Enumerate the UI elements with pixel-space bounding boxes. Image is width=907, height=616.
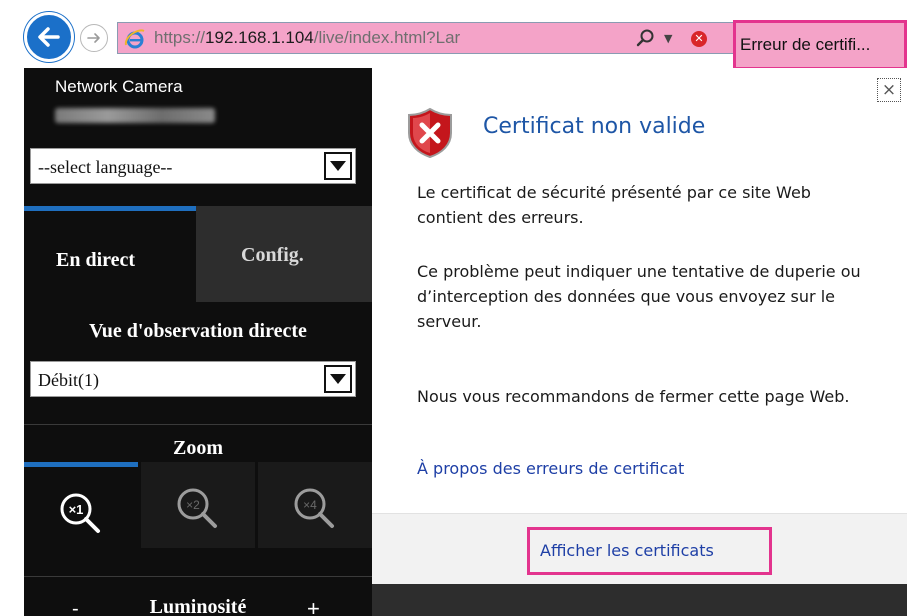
svg-text:×2: ×2 [186, 498, 200, 512]
back-button[interactable] [24, 12, 74, 62]
tab-live[interactable]: En direct [24, 206, 196, 302]
camera-title: Network Camera [55, 77, 183, 96]
popup-paragraph: Ce problème peut indiquer une tentative … [417, 262, 861, 331]
arrow-left-icon [38, 27, 60, 47]
certificate-popup: × Certificat non valide Le certificat de… [372, 68, 907, 584]
browser-toolbar: https://192.168.1.104/live/index.html?La… [0, 0, 907, 70]
cert-error-button[interactable]: Erreur de certifi... [733, 20, 907, 70]
zoom-x2-icon: ×2 [177, 488, 217, 528]
popup-paragraph: Nous vous recommandons de fermer cette p… [417, 387, 850, 406]
cert-error-label: Erreur de certifi... [740, 35, 871, 54]
popup-title: Certificat non valide [483, 114, 706, 139]
cert-error-icon[interactable]: ✕ [691, 31, 707, 47]
bottom-strip [372, 584, 907, 616]
zoom-x4-button[interactable]: ×4 [258, 462, 372, 548]
popup-footer: Afficher les certificats [372, 513, 907, 584]
language-select[interactable]: --select language-- [30, 148, 356, 184]
svg-text:×1: ×1 [69, 502, 84, 517]
language-select-value: --select language-- [38, 157, 173, 177]
dropdown-icon[interactable]: ▼ [664, 32, 672, 45]
view-certificates-button[interactable]: Afficher les certificats [527, 527, 772, 575]
url-text: https://192.168.1.104/live/index.html?La… [154, 28, 461, 47]
tab-live-label: En direct [56, 249, 136, 271]
forward-button[interactable] [80, 24, 108, 52]
stream-select[interactable]: Débit(1) [30, 361, 356, 397]
divider [24, 576, 372, 577]
chevron-down-icon[interactable] [324, 152, 352, 180]
cert-errors-link[interactable]: À propos des erreurs de certificat [417, 459, 684, 478]
close-button[interactable]: × [877, 78, 901, 102]
popup-paragraph: Le certificat de sécurité présenté par c… [417, 183, 811, 227]
camera-sidebar: Network Camera --select language-- En di… [24, 68, 372, 616]
tab-config-label: Config. [241, 244, 304, 266]
view-certificates-label: Afficher les certificats [540, 541, 714, 560]
search-icon[interactable] [636, 28, 656, 48]
divider [24, 424, 372, 425]
zoom-x4-icon: ×4 [294, 488, 334, 528]
zoom-x1-button[interactable]: ×1 [24, 462, 138, 548]
luminosity-plus-button[interactable]: + [307, 596, 320, 616]
view-section-title: Vue d'observation directe [89, 320, 307, 342]
camera-model-blurred [55, 108, 215, 123]
stream-select-value: Débit(1) [38, 370, 99, 390]
zoom-x2-button[interactable]: ×2 [141, 462, 255, 548]
zoom-x1-icon: ×1 [60, 493, 100, 533]
mode-tabs: En direct Config. [24, 206, 372, 302]
tab-config[interactable]: Config. [196, 206, 372, 302]
zoom-section-title: Zoom [173, 437, 223, 459]
zoom-buttons: ×1 ×2 ×4 [24, 462, 372, 548]
chevron-down-icon[interactable] [324, 365, 352, 393]
address-bar[interactable]: https://192.168.1.104/live/index.html?La… [117, 22, 734, 54]
shield-error-icon [408, 107, 452, 159]
arrow-right-icon [87, 33, 100, 43]
ie-logo-icon [124, 29, 145, 49]
svg-text:×4: ×4 [303, 498, 317, 512]
